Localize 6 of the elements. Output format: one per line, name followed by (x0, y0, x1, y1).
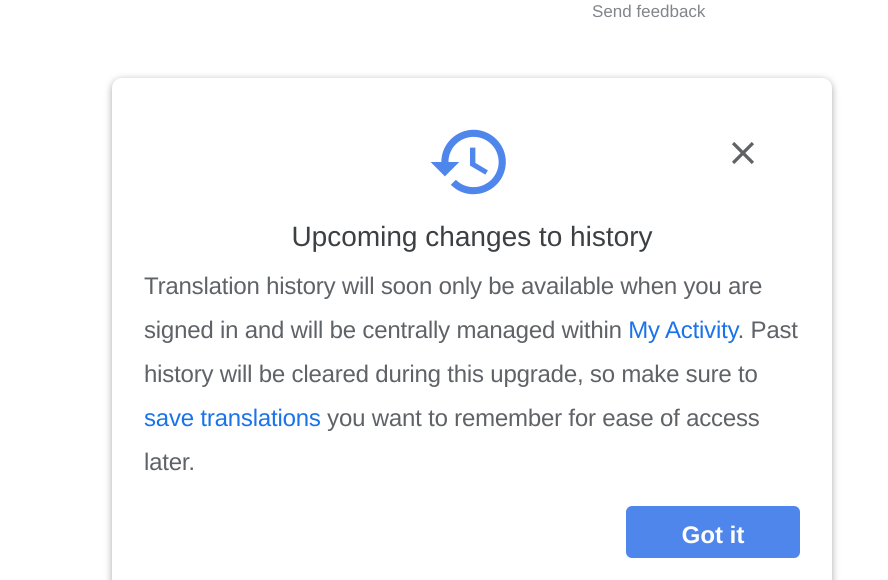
dialog-title: Upcoming changes to history (290, 220, 654, 254)
send-feedback-link[interactable]: Send feedback (592, 2, 706, 40)
dialog-message: Translation history will soon only be available when you are signed in and will be centrally managed within My Activity. Past history will be cleared during this upgrade, so make sure to save translations you want to remember for ease of access later. (144, 272, 799, 478)
message-link[interactable]: My Activity (628, 317, 738, 344)
message-link[interactable]: save translations (144, 405, 321, 432)
got-it-button[interactable]: Got it (626, 506, 800, 558)
